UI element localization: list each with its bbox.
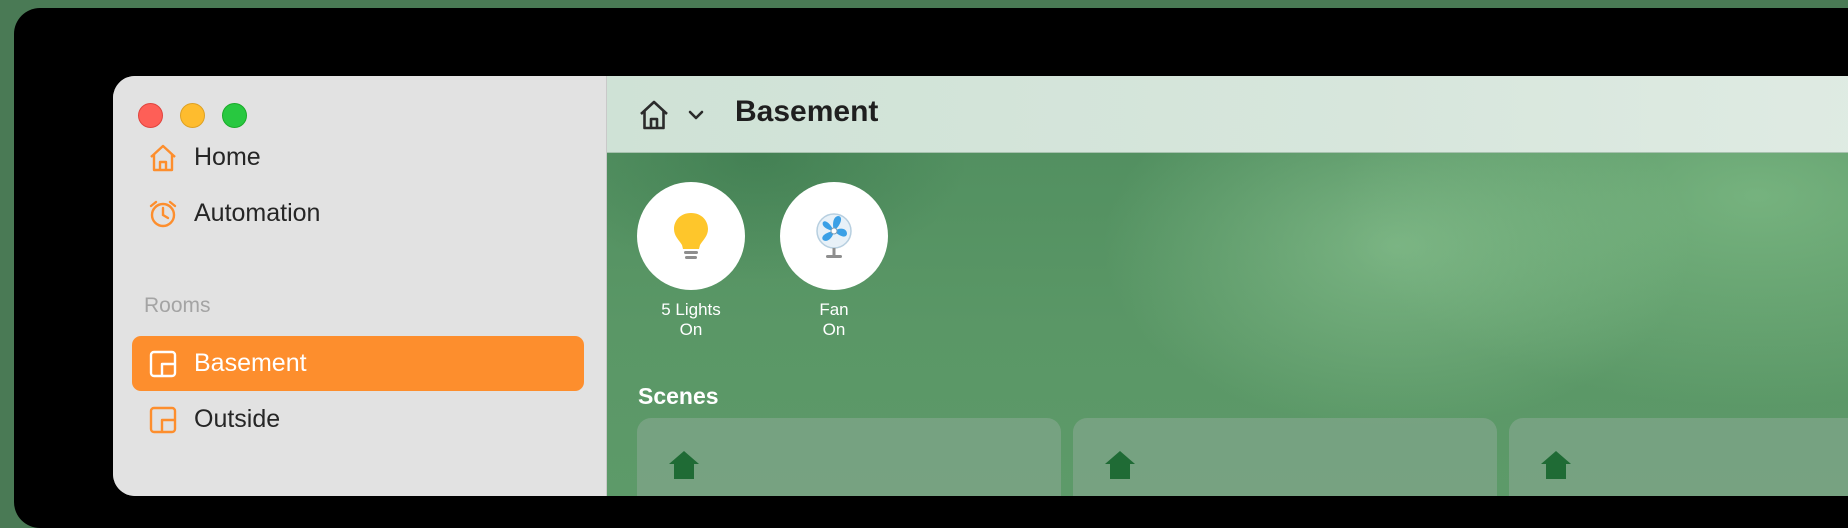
room-icon	[146, 403, 180, 437]
toolbar: Basement	[607, 76, 1848, 153]
chevron-down-icon[interactable]	[687, 102, 705, 128]
scene-house-icon	[1105, 451, 1135, 479]
fan-icon	[816, 213, 852, 258]
scene-house-icon	[669, 451, 699, 479]
accessory-status: On	[822, 320, 846, 339]
scene-card[interactable]	[1073, 418, 1497, 496]
accessory-tile-fan[interactable]: Fan On	[780, 182, 888, 340]
sidebar-item-basement[interactable]: Basement	[132, 336, 584, 391]
accessory-tile-lights[interactable]: 5 Lights On	[637, 182, 745, 340]
sidebar: Home Automation Rooms Basement Outside	[113, 76, 607, 496]
house-icon	[146, 141, 180, 175]
sidebar-item-label: Outside	[194, 405, 281, 433]
house-icon	[640, 100, 668, 130]
main-content: Basement 5 Lights On Fan On Scenes	[607, 76, 1848, 496]
zoom-button[interactable]	[222, 103, 247, 128]
accessory-name: 5 Lights	[661, 300, 721, 319]
sidebar-item-outside[interactable]: Outside	[132, 392, 584, 447]
home-app-window: Home Automation Rooms Basement Outside B…	[113, 76, 1848, 496]
scenes-section-label: Scenes	[638, 383, 719, 409]
minimize-button[interactable]	[180, 103, 205, 128]
home-menu-button[interactable]	[637, 98, 671, 132]
close-button[interactable]	[138, 103, 163, 128]
sidebar-item-label: Automation	[194, 199, 321, 227]
accessory-status: On	[679, 320, 703, 339]
sidebar-item-home[interactable]: Home	[132, 130, 584, 185]
page-title: Basement	[735, 95, 879, 128]
accessory-circle[interactable]	[780, 182, 888, 290]
sidebar-item-label: Basement	[194, 349, 307, 377]
scene-card[interactable]	[637, 418, 1061, 496]
accessory-circle[interactable]	[637, 182, 745, 290]
clock-icon	[146, 197, 180, 231]
scene-house-icon	[1541, 451, 1571, 479]
window-controls	[138, 103, 247, 128]
accessory-name: Fan	[819, 300, 849, 319]
lightbulb-icon	[674, 213, 708, 259]
room-icon	[146, 347, 180, 381]
sidebar-item-label: Home	[194, 143, 261, 171]
rooms-section-label: Rooms	[144, 294, 211, 317]
scene-card[interactable]	[1509, 418, 1848, 496]
sidebar-item-automation[interactable]: Automation	[132, 186, 584, 241]
